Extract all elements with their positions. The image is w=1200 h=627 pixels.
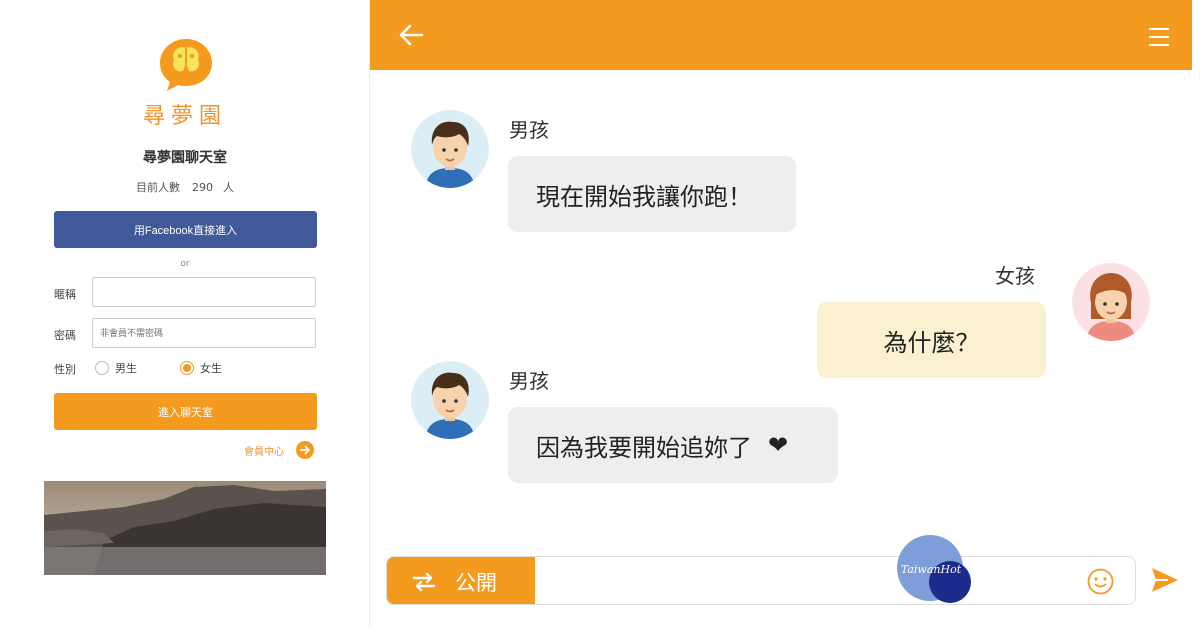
gender-label: 性別 [54,363,76,376]
password-input[interactable] [92,318,316,348]
brand-name: 尋夢園 [142,104,227,129]
message-sender: 女孩 [995,264,1035,288]
public-mode-label: 公開 [455,570,497,595]
chat-header [370,0,1192,70]
chat-bubble: 現在開始我讓你跑！ [508,156,796,232]
boy-avatar [411,110,489,188]
count-unit: 人 [223,181,234,194]
chat-bubble: 因為我要開始追妳了 ❤ [508,407,838,483]
login-panel: 尋夢園 尋夢園聊天室 目前人數 290 人 用Facebook直接進入 or 暱稱 … [0,0,370,627]
butterfly-logo-icon [160,39,212,91]
member-center-link[interactable]: 會員中心 [244,441,314,459]
room-title: 尋夢園聊天室 [143,150,227,166]
message-text: 為什麼？ [883,328,980,357]
smile-icon[interactable] [1087,568,1114,595]
message-input-bar: 公開 [386,556,1136,605]
taiwanhot-watermark: TaiwanHot [896,535,972,605]
member-center-label: 會員中心 [244,446,284,458]
gender-male-label: 男生 [115,362,137,375]
radio-circle [95,361,109,375]
count-value: 290 [192,181,213,194]
or-divider: or [180,259,190,269]
message-text: 現在開始我讓你跑！ [536,182,752,211]
message-sender: 男孩 [509,369,549,393]
facebook-login-button[interactable]: 用Facebook直接進入 [54,211,317,248]
public-mode-toggle[interactable]: 公開 [387,557,535,604]
watermark-text: TaiwanHot [900,563,962,576]
arrow-left-icon[interactable] [398,24,424,46]
arrow-right-icon [296,441,314,459]
heart-icon: ❤ [768,431,789,459]
online-count: 目前人數 290 人 [0,179,370,195]
landscape-photo [44,481,326,575]
chat-area: 男孩 現在開始我讓你跑！ 女孩 為什麼？ 男孩 因為我要開始追妳了 ❤ [370,70,1200,627]
message-sender: 男孩 [509,118,549,142]
gender-male-radio[interactable]: 男生 [95,360,137,376]
enter-chatroom-button[interactable]: 進入聊天室 [54,393,317,430]
nickname-label: 暱稱 [54,288,76,301]
count-label: 目前人數 [136,181,180,194]
radio-circle-selected [180,361,194,375]
app-root: 尋夢園 尋夢園聊天室 目前人數 290 人 用Facebook直接進入 or 暱稱 … [0,0,1200,627]
hamburger-icon[interactable] [1148,26,1170,48]
chat-bubble: 為什麼？ [817,302,1046,378]
gender-female-label: 女生 [200,362,222,375]
swap-arrows-icon [412,572,436,591]
password-label: 密碼 [54,329,76,342]
girl-avatar [1072,263,1150,341]
send-icon[interactable] [1150,566,1180,594]
gender-female-radio[interactable]: 女生 [180,360,222,376]
message-text: 因為我要開始追妳了 [536,433,752,462]
nickname-input[interactable] [92,277,316,307]
boy-avatar [411,361,489,439]
message-input[interactable] [535,557,1080,604]
